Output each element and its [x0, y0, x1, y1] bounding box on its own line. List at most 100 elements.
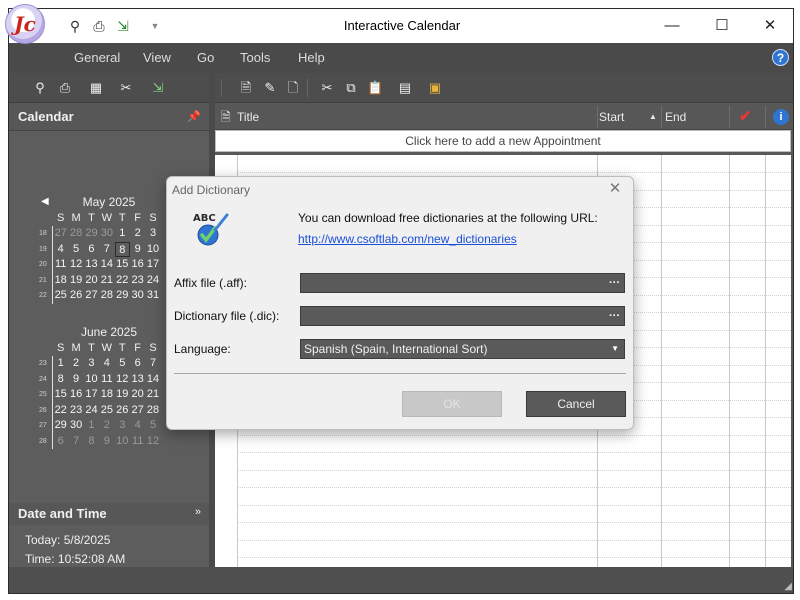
menu-help[interactable]: Help [298, 43, 325, 73]
calendar-day[interactable]: 4 [53, 242, 68, 258]
calendar-day[interactable]: 10 [84, 372, 99, 388]
calendar-day[interactable]: 23 [130, 273, 145, 289]
help-icon[interactable]: ? [772, 49, 789, 66]
dictionaries-link[interactable]: http://www.csoftlab.com/new_dictionaries [298, 232, 517, 246]
export-icon[interactable]: ⇲ [115, 18, 131, 34]
calendar-day[interactable]: 21 [99, 273, 114, 289]
calendar-day-today[interactable]: 8 [114, 241, 130, 257]
column-start[interactable]: Start [599, 104, 624, 130]
completed-column-icon[interactable]: ✔ [739, 104, 752, 130]
calendar-day[interactable]: 19 [115, 387, 130, 403]
info-column-icon[interactable]: i [773, 109, 789, 125]
calendar-day[interactable]: 7 [99, 242, 114, 258]
affix-file-input[interactable]: ··· [300, 273, 625, 293]
dialog-close-button[interactable]: ✕ [605, 179, 625, 199]
calendar-day[interactable]: 3 [84, 356, 99, 372]
calendar-day[interactable]: 6 [53, 434, 68, 450]
add-appointment-row[interactable]: Click here to add a new Appointment [215, 130, 791, 152]
calendar-day[interactable]: 9 [99, 434, 114, 450]
calendar-day[interactable]: 18 [53, 273, 68, 289]
export-icon[interactable]: ⇲ [150, 80, 166, 96]
calendar-day[interactable]: 1 [115, 226, 130, 242]
calendar-day[interactable]: 14 [99, 257, 114, 273]
paste-icon[interactable]: 📋 [367, 80, 383, 96]
calendar-day[interactable]: 16 [130, 257, 145, 273]
calendar-day[interactable]: 12 [115, 372, 130, 388]
calendar-day[interactable]: 26 [115, 403, 130, 419]
search-icon[interactable]: ⚲ [67, 18, 83, 34]
calendar-day[interactable]: 15 [53, 387, 68, 403]
dictionary-file-input[interactable]: ··· [300, 306, 625, 326]
calendar-day[interactable]: 12 [68, 257, 83, 273]
calendar-day[interactable]: 30 [99, 226, 114, 242]
calendar-day[interactable]: 6 [84, 242, 99, 258]
calendar-day[interactable]: 4 [99, 356, 114, 372]
calendar-day[interactable]: 2 [130, 226, 145, 242]
close-button[interactable]: ✕ [747, 9, 793, 43]
calendar-view-icon[interactable]: ▦ [88, 80, 104, 96]
calendar-day[interactable]: 16 [68, 387, 83, 403]
calendar-day[interactable]: 9 [68, 372, 83, 388]
menu-view[interactable]: View [143, 43, 171, 73]
cut-icon[interactable]: ✂ [319, 80, 335, 96]
menu-go[interactable]: Go [197, 43, 214, 73]
calendar-day[interactable]: 23 [68, 403, 83, 419]
ok-button[interactable]: OK [402, 391, 502, 417]
calendar-day[interactable]: 20 [84, 273, 99, 289]
calendar-day[interactable]: 28 [145, 403, 160, 419]
calendar-day[interactable]: 7 [68, 434, 83, 450]
calendar-day[interactable]: 20 [130, 387, 145, 403]
calendar-day[interactable]: 6 [130, 356, 145, 372]
calendar-day[interactable]: 27 [53, 226, 68, 242]
calendar-day[interactable]: 3 [145, 226, 160, 242]
calendar-day[interactable]: 8 [84, 434, 99, 450]
column-end[interactable]: End [665, 104, 686, 130]
calendar-day[interactable]: 8 [53, 372, 68, 388]
calendar-day[interactable]: 1 [53, 356, 68, 372]
calendar-day[interactable]: 18 [99, 387, 114, 403]
calendar-day[interactable]: 27 [84, 288, 99, 304]
calendar-day[interactable]: 7 [145, 356, 160, 372]
calendar-day[interactable]: 5 [115, 356, 130, 372]
calendar-day[interactable]: 24 [84, 403, 99, 419]
calendar-day[interactable]: 11 [130, 434, 145, 450]
calendar-day[interactable]: 29 [53, 418, 68, 434]
delete-appointment-icon[interactable]: 🗋 [285, 80, 301, 96]
minimize-button[interactable]: — [649, 9, 695, 43]
color-icon[interactable]: ▣ [427, 80, 443, 96]
calendar-day[interactable]: 1 [84, 418, 99, 434]
calendar-day[interactable]: 10 [115, 434, 130, 450]
calendar-day[interactable]: 13 [130, 372, 145, 388]
edit-appointment-icon[interactable]: ✎ [262, 80, 278, 96]
dropdown-icon[interactable]: ▼ [147, 18, 163, 34]
calendar-day[interactable]: 9 [130, 242, 145, 258]
maximize-button[interactable]: ☐ [699, 9, 745, 43]
column-title[interactable]: Title [237, 104, 259, 130]
calendar-day[interactable]: 27 [130, 403, 145, 419]
calendar-day[interactable]: 26 [68, 288, 83, 304]
menu-tools[interactable]: Tools [240, 43, 270, 73]
tools-icon[interactable]: ✂ [118, 80, 134, 96]
calendar-day[interactable]: 12 [145, 434, 160, 450]
calendar-day[interactable]: 11 [99, 372, 114, 388]
calendar-day[interactable]: 2 [68, 356, 83, 372]
find-icon[interactable]: ⚲ [32, 80, 48, 96]
calendar-day[interactable]: 24 [145, 273, 160, 289]
calendar-day[interactable]: 29 [115, 288, 130, 304]
print-icon[interactable]: ⎙ [91, 18, 107, 34]
calendar-day[interactable]: 13 [84, 257, 99, 273]
copy-icon[interactable]: ⧉ [343, 80, 359, 96]
calendar-day[interactable]: 5 [68, 242, 83, 258]
calendar-day[interactable]: 3 [115, 418, 130, 434]
language-select[interactable]: Spanish (Spain, International Sort) ▼ [300, 339, 625, 359]
calendar-day[interactable]: 4 [130, 418, 145, 434]
calendar-day[interactable]: 2 [99, 418, 114, 434]
calendar-day[interactable]: 14 [145, 372, 160, 388]
prev-month-icon[interactable]: ◀ [41, 196, 49, 207]
calendar-day[interactable]: 25 [99, 403, 114, 419]
calendar-day[interactable]: 31 [145, 288, 160, 304]
cancel-button[interactable]: Cancel [526, 391, 626, 417]
calendar-day[interactable]: 29 [84, 226, 99, 242]
calendar-day[interactable]: 5 [145, 418, 160, 434]
calendar-day[interactable]: 17 [145, 257, 160, 273]
